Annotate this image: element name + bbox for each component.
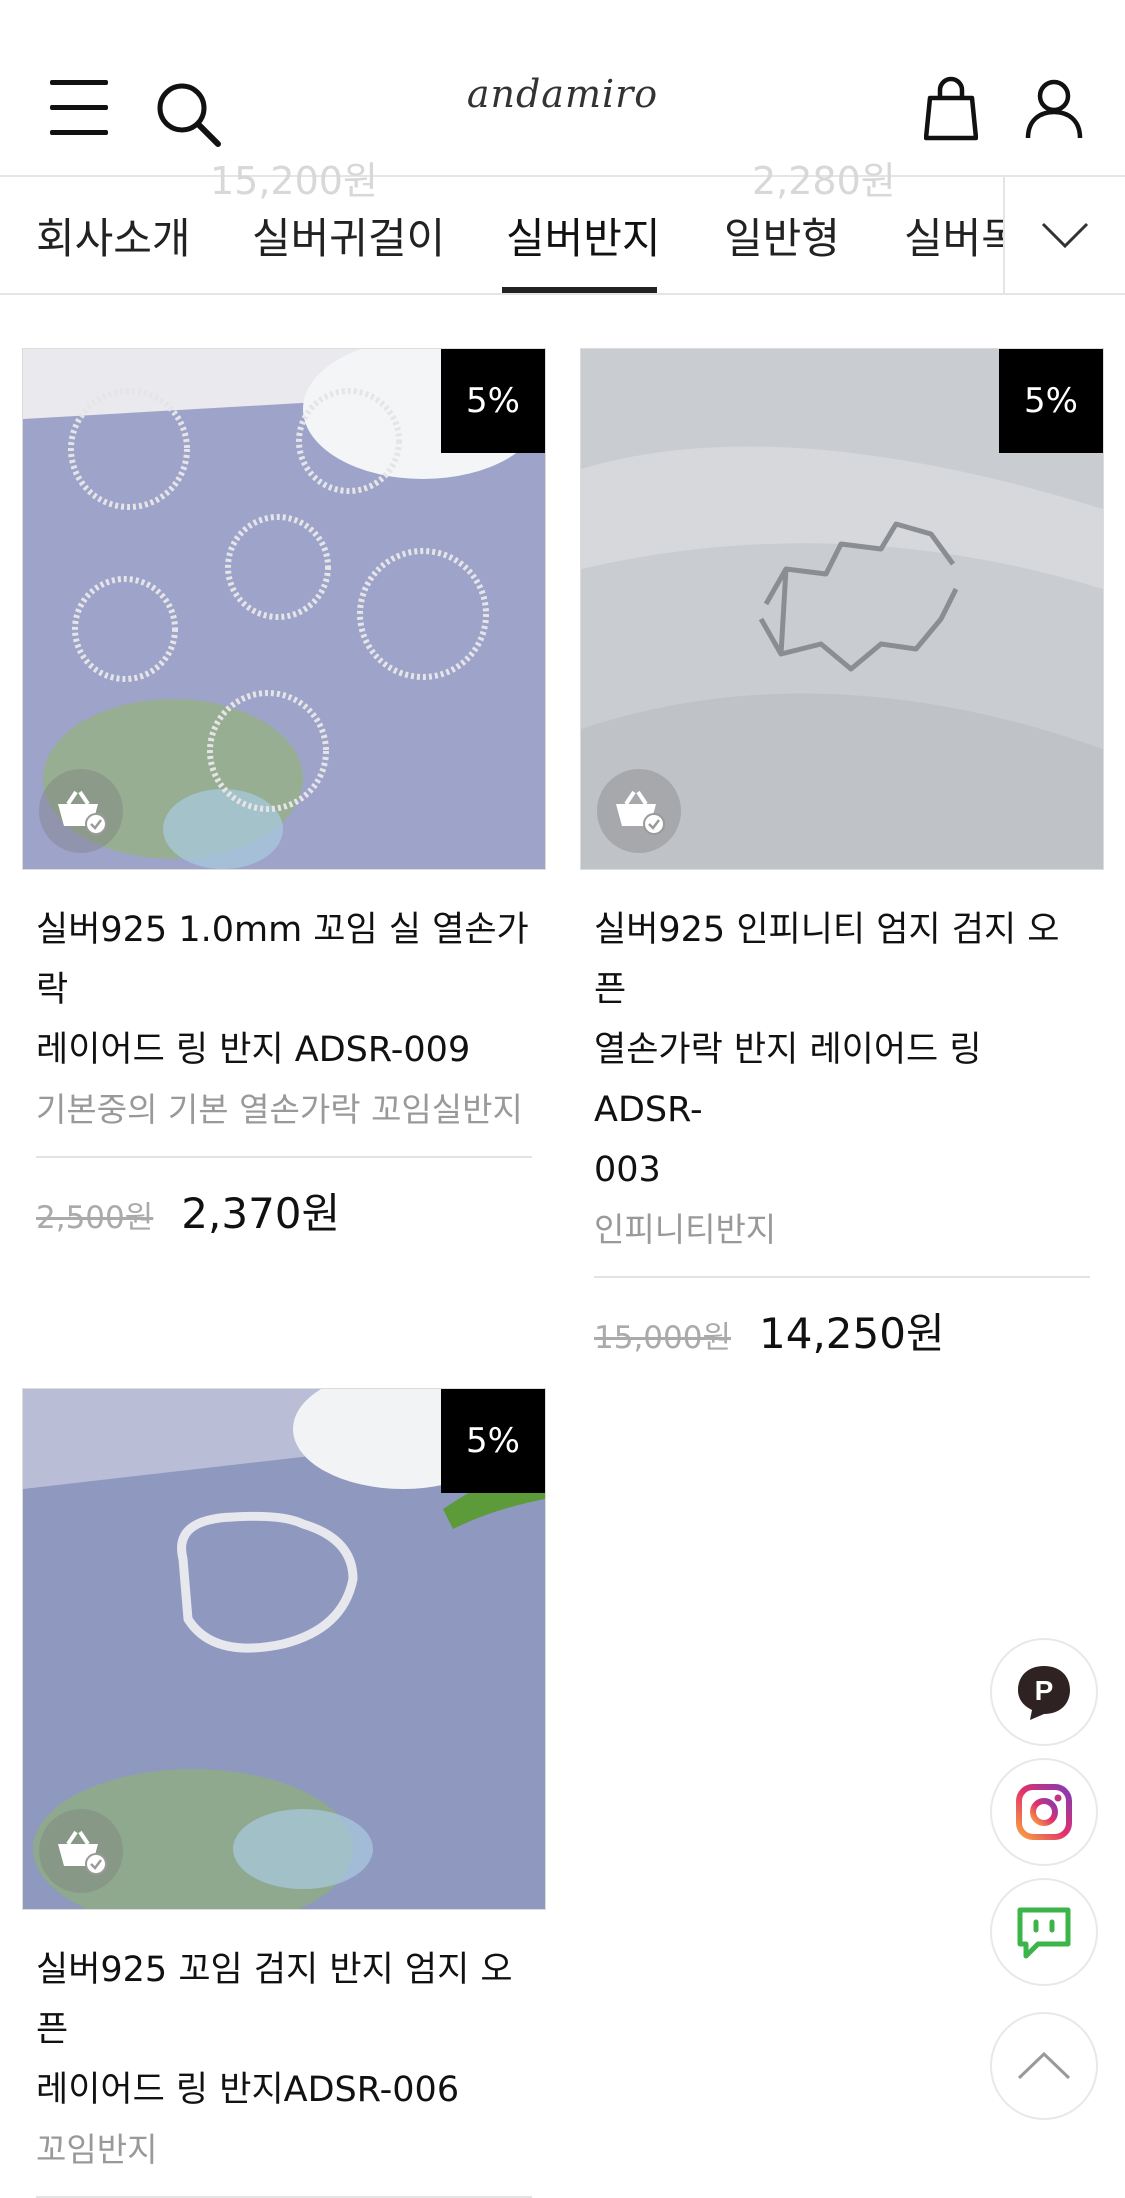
- sale-price: 2,370원: [181, 1189, 341, 1238]
- product-title-line: 열손가락 반지 레이어드 링 ADSR-: [594, 1030, 982, 1130]
- top-header: andamiro: [0, 0, 1125, 177]
- point-button[interactable]: P: [990, 1638, 1098, 1746]
- active-tab-indicator: [502, 287, 657, 293]
- discount-badge: 5%: [441, 349, 545, 453]
- product-title-line: 레이어드 링 반지 ADSR-009: [36, 1030, 471, 1070]
- original-price: 2,500원: [36, 1200, 154, 1236]
- product-title[interactable]: 실버925 1.0mm 꼬임 실 열손가락 레이어드 링 반지 ADSR-009: [36, 900, 532, 1080]
- add-to-cart-button[interactable]: [39, 1809, 123, 1893]
- product-card[interactable]: 5% 실버925 인피니티 엄지 검지 오픈 열손가락 반지 레이어드 링 AD…: [580, 348, 1104, 1361]
- original-price: 15,000원: [594, 1320, 731, 1356]
- divider: [36, 1156, 532, 1158]
- product-title-line: 실버925 꼬임 검지 반지 엄지 오픈: [36, 1950, 513, 2050]
- divider: [594, 1276, 1090, 1278]
- product-image[interactable]: 5%: [580, 348, 1104, 870]
- ghost-price-left: 15,200원: [210, 159, 378, 203]
- tab-silver-rings[interactable]: 실버반지: [506, 205, 661, 266]
- user-account-icon[interactable]: [1024, 78, 1084, 140]
- scroll-top-button[interactable]: [990, 2012, 1098, 2120]
- product-title-line: 레이어드 링 반지ADSR-006: [36, 2070, 460, 2110]
- tabs-more-button[interactable]: [1003, 177, 1125, 293]
- product-image[interactable]: 5%: [22, 348, 546, 870]
- add-to-cart-button[interactable]: [597, 769, 681, 853]
- sale-price: 14,250원: [759, 1309, 945, 1358]
- tab-general[interactable]: 일반형: [724, 205, 840, 266]
- price-row: 2,500원 2,370원: [36, 1180, 532, 1241]
- product-title[interactable]: 실버925 꼬임 검지 반지 엄지 오픈 레이어드 링 반지ADSR-006: [36, 1940, 532, 2120]
- chevron-up-icon: [1017, 2051, 1071, 2080]
- instagram-icon: [1016, 1784, 1072, 1840]
- cart-icon: [58, 790, 107, 835]
- product-card[interactable]: 5% 실버925 1.0mm 꼬임 실 열손가락 레이어드 링 반지 ADSR-…: [22, 348, 546, 1241]
- price-row: 15,000원 14,250원: [594, 1300, 1090, 1361]
- product-subtitle: 인피니티반지: [594, 1210, 777, 1249]
- cart-icon: [616, 790, 665, 835]
- product-title[interactable]: 실버925 인피니티 엄지 검지 오픈 열손가락 반지 레이어드 링 ADSR-…: [594, 900, 1090, 1200]
- product-title-line: 003: [594, 1150, 661, 1190]
- svg-text:P: P: [1035, 1675, 1054, 1706]
- product-title-line: 실버925 1.0mm 꼬임 실 열손가락: [36, 910, 529, 1010]
- tab-silver-earrings[interactable]: 실버귀걸이: [252, 205, 445, 266]
- discount-badge: 5%: [999, 349, 1103, 453]
- product-card[interactable]: 5% 실버925 꼬임 검지 반지 엄지 오픈 레이어드 링 반지ADSR-00…: [22, 1388, 546, 2198]
- ghost-price-right: 2,280원: [752, 159, 896, 203]
- point-icon: P: [1018, 1666, 1070, 1720]
- chevron-down-icon: [1041, 222, 1089, 249]
- discount-badge: 5%: [441, 1389, 545, 1493]
- category-tabs: 회사소개 실버귀걸이 실버반지 일반형 실버목: [0, 177, 1125, 295]
- chat-icon: [1017, 1907, 1071, 1959]
- product-title-line: 실버925 인피니티 엄지 검지 오픈: [594, 910, 1060, 1010]
- tab-company[interactable]: 회사소개: [36, 205, 191, 266]
- product-subtitle: 꼬임반지: [36, 2130, 158, 2169]
- instagram-button[interactable]: [990, 1758, 1098, 1866]
- chat-button[interactable]: [990, 1878, 1098, 1986]
- product-image[interactable]: 5%: [22, 1388, 546, 1910]
- shopping-bag-icon[interactable]: [924, 76, 978, 142]
- product-subtitle: 기본중의 기본 열손가락 꼬임실반지: [36, 1090, 523, 1129]
- add-to-cart-button[interactable]: [39, 769, 123, 853]
- cart-icon: [58, 1830, 107, 1875]
